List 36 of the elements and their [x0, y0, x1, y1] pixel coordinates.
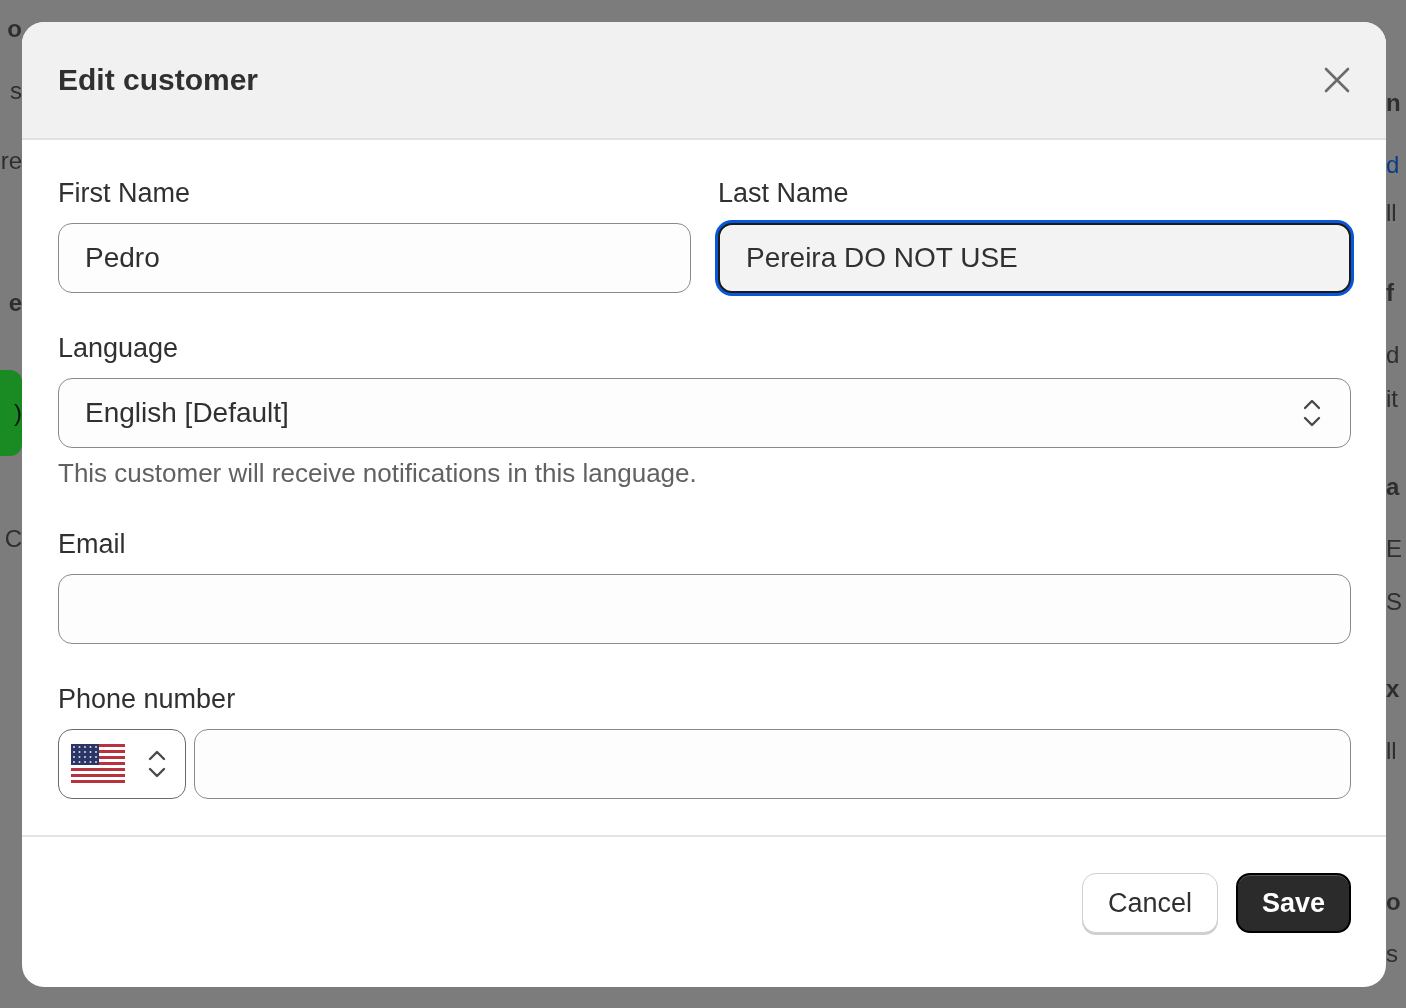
background-text: re: [0, 146, 22, 176]
text-field[interactable]: Pedro: [58, 223, 691, 293]
background-text: o: [1386, 887, 1401, 917]
background-text: S: [1386, 587, 1402, 617]
field-label: Language: [58, 333, 180, 364]
cancel-button[interactable]: Cancel: [1081, 873, 1218, 933]
background-text: ll: [1386, 198, 1397, 228]
dialog-title: Edit customer: [58, 63, 259, 97]
email-field[interactable]: [58, 574, 1351, 644]
country-select[interactable]: [58, 729, 186, 799]
phone-field[interactable]: [194, 729, 1351, 799]
background-text: x: [1386, 674, 1400, 704]
background-text: ll: [1386, 736, 1397, 766]
help-text: This customer will receive notifications in this language.: [58, 458, 698, 489]
background-text: o: [7, 14, 22, 44]
chevron-up-down-icon: [147, 749, 167, 779]
background-text: d: [1386, 340, 1400, 370]
field-label: Phone number: [58, 684, 237, 715]
background-text: E: [1386, 534, 1402, 564]
background-text: f: [1386, 278, 1394, 308]
language-select[interactable]: English [Default]: [58, 378, 1351, 448]
background-text: s: [10, 76, 22, 106]
background-text: it: [1386, 384, 1398, 414]
background-text: s: [1386, 939, 1398, 969]
chevron-up-down-icon: [1302, 398, 1322, 428]
background-text: C: [4, 524, 22, 554]
field-label: Email: [58, 529, 127, 560]
background-text: a: [1386, 472, 1400, 502]
background-text: n: [1386, 88, 1401, 118]
flag-icon: [71, 744, 125, 784]
field-label: First Name: [58, 178, 191, 209]
text-field[interactable]: Pereira DO NOT USE: [718, 223, 1351, 293]
save-button[interactable]: Save: [1235, 873, 1351, 933]
close-icon[interactable]: [1324, 67, 1350, 93]
field-label: Last Name: [718, 178, 850, 209]
background-text: e: [8, 288, 22, 318]
